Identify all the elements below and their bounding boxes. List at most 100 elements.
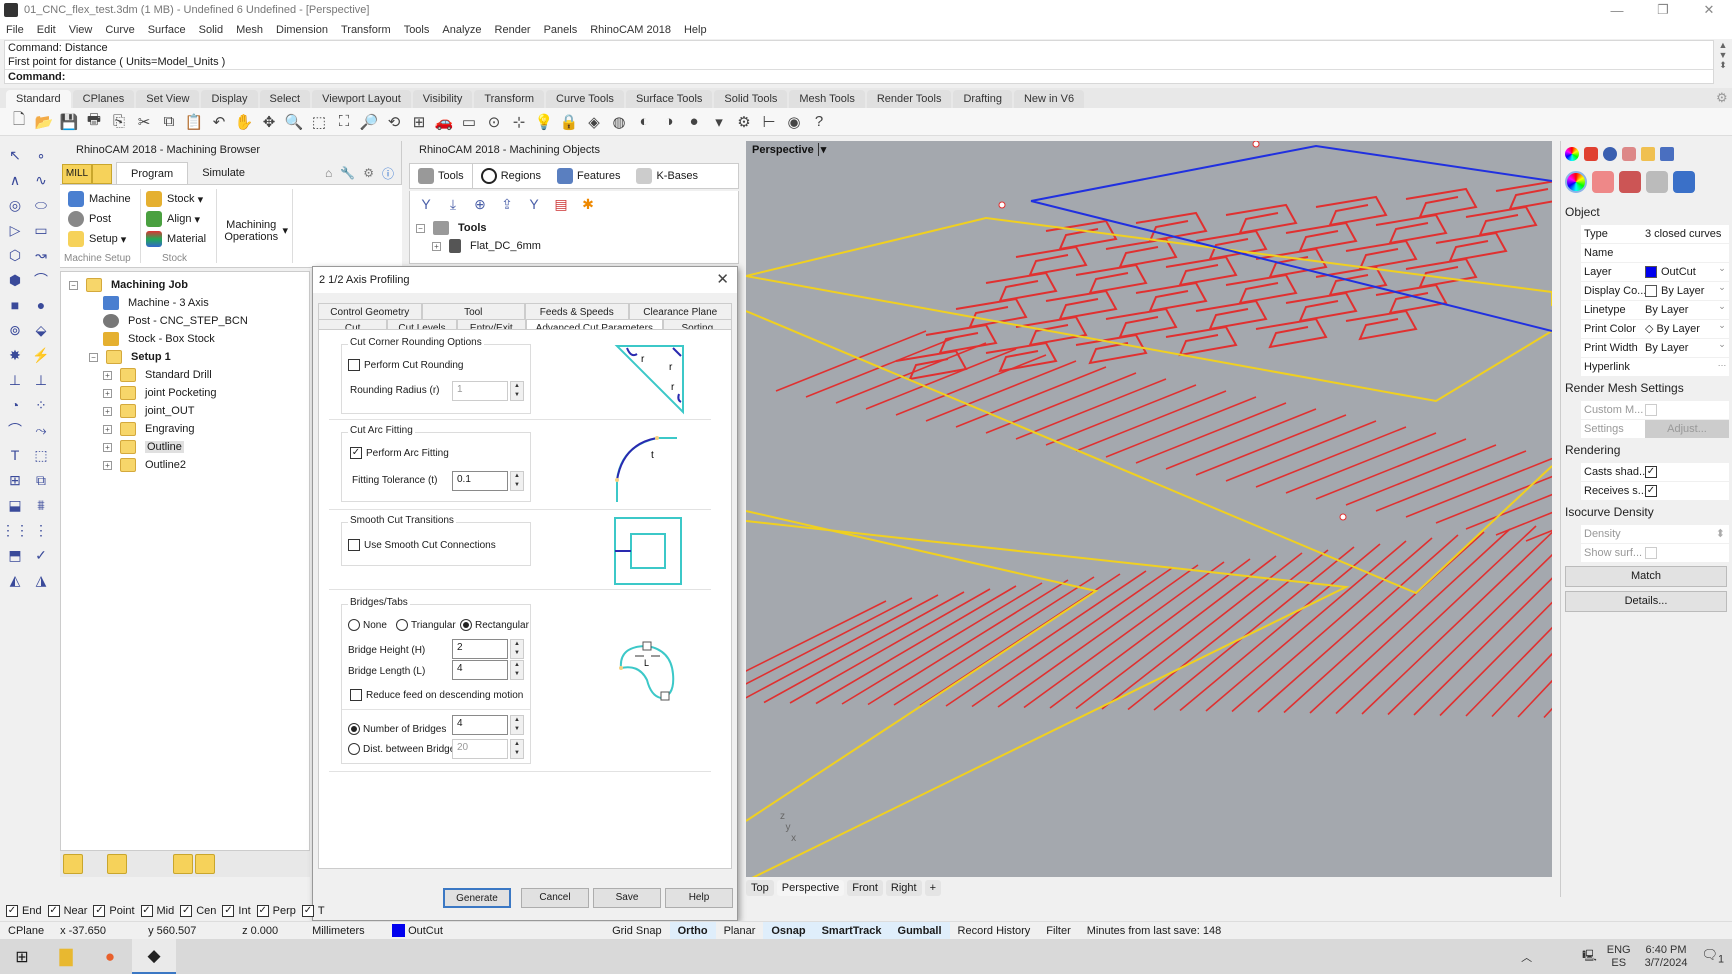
toggle-osnap[interactable]: Osnap [763,921,814,940]
tab-simulate[interactable]: Simulate [188,162,259,184]
left-tool-icon[interactable]: ✸ [4,345,26,365]
command-scrollbar[interactable]: ▲ ▼ ⬍ [1716,40,1730,84]
wrench-icon[interactable]: 🔧 [340,166,355,180]
bridge-length-input[interactable]: 4 ▲ ▼ [452,660,524,680]
tree-node-machine[interactable]: Machine - 3 Axis [103,294,209,312]
property-row-type[interactable]: Type 3 closed curves [1581,225,1729,243]
cplane-label[interactable]: CPlane [0,922,52,940]
left-tool-icon[interactable]: T [4,445,26,465]
left-tool-icon[interactable]: ⌒ [4,420,26,440]
left-tool-icon[interactable]: ⤳ [30,420,52,440]
firefox-icon[interactable]: ● [88,939,132,974]
menu-solid[interactable]: Solid [199,24,223,36]
lock-icon[interactable]: 🔒 [558,111,580,133]
four-viewports-icon[interactable]: ⊞ [408,111,430,133]
sphere-icon[interactable]: ● [683,111,705,133]
language-indicator[interactable]: ENG ES [1607,944,1631,970]
left-tool-icon[interactable]: ⚡ [30,345,52,365]
toggle-smarttrack[interactable]: SmartTrack [813,921,890,940]
rounding-radius-input[interactable]: 1 ▲ ▼ [452,381,524,401]
toolbar-icon[interactable] [151,854,171,874]
perform-arc-fitting-checkbox[interactable]: ✓ Perform Arc Fitting [350,447,449,459]
tree-node-joint-pocketing[interactable]: + joint Pocketing [103,384,217,402]
toolbar-tab-viewport-layout[interactable]: Viewport Layout [312,90,411,108]
left-tool-icon[interactable]: ⬓ [4,495,26,515]
tab-k-bases[interactable]: K-Bases [628,164,706,188]
tree-node-outline[interactable]: + Outline [103,438,184,456]
bridge-type-none-radio[interactable]: None [348,619,387,631]
toolbar-icon[interactable] [195,854,215,874]
tree-node-post[interactable]: Post - CNC_STEP_BCN [103,312,248,330]
toolbar-tab-transform[interactable]: Transform [474,90,545,108]
funnel-icon[interactable]: ▾ [708,111,730,133]
details-button[interactable]: Details... [1565,591,1727,612]
attributes-icon[interactable] [1673,171,1695,193]
toolbar-tab-solid-tools[interactable]: Solid Tools [714,90,788,108]
left-tool-icon[interactable]: ⬡ [4,245,26,265]
tree-node-tools[interactable]: − Tools [416,219,487,237]
rotate-view-icon[interactable]: ✥ [258,111,280,133]
match-button[interactable]: Match [1565,566,1727,587]
left-tool-icon[interactable]: ⊥ [4,370,26,390]
cancel-button[interactable]: Cancel [521,888,589,908]
dialog-tab-feeds-speeds[interactable]: Feeds & Speeds [525,303,629,320]
toolbar-icon[interactable] [129,854,149,874]
left-tool-icon[interactable]: ⬢ [4,270,26,290]
toolbar-tab-standard[interactable]: Standard [6,90,71,108]
toolbar-icon[interactable] [107,854,127,874]
casts-shadows-checkbox[interactable]: ✓ [1645,466,1657,478]
current-layer[interactable]: OutCut [384,922,534,940]
toggle-planar[interactable]: Planar [716,922,764,940]
bridge-type-triangular-radio[interactable]: Triangular [396,619,456,631]
dimension-icon[interactable]: ⊢ [758,111,780,133]
property-row-name[interactable]: Name [1581,244,1729,262]
material-icon[interactable] [1592,171,1614,193]
help-icon[interactable]: ⓘ [382,165,394,182]
tool-save-icon[interactable]: ⇪ [497,194,517,214]
toolbar-icon[interactable] [85,854,105,874]
tree-node-outline2[interactable]: + Outline2 [103,456,186,474]
show-surface-checkbox[interactable] [1645,547,1657,559]
osnap-end[interactable]: ✓ End [6,905,42,917]
menu-tools[interactable]: Tools [404,24,430,36]
tab-regions[interactable]: Regions [473,164,549,188]
property-row-print-width[interactable]: Print Width By Layer ⌄ [1581,339,1729,357]
mill-mode-button[interactable]: MILL [62,164,92,184]
perform-cut-rounding-checkbox[interactable]: Perform Cut Rounding [348,359,464,371]
tab-features[interactable]: Features [549,164,628,188]
dialog-close-button[interactable]: ✕ [716,270,729,288]
left-tool-icon[interactable]: ⩩ [30,495,52,515]
material-button[interactable]: Material [146,231,206,247]
color-wheel-icon[interactable]: ◍ [608,111,630,133]
viewport-label[interactable]: Perspective ▾ [752,143,826,156]
chevron-down-icon[interactable]: ⌄ [1715,301,1729,319]
menu-view[interactable]: View [69,24,93,36]
bridge-height-input[interactable]: 2 ▲ ▼ [452,639,524,659]
pan-icon[interactable]: ✋ [233,111,255,133]
left-tool-icon[interactable]: ∿ [30,170,52,190]
new-icon[interactable]: 🗋 [8,111,30,133]
light-icon[interactable]: 💡 [533,111,555,133]
osnap-near[interactable]: ✓ Near [47,905,87,917]
viewport-tab-top[interactable]: Top [746,880,774,896]
align-button[interactable]: Align ▾ [146,211,200,227]
menu-render[interactable]: Render [495,24,531,36]
left-tool-icon[interactable]: ⬙ [30,320,52,340]
left-tool-icon[interactable]: ⊥ [30,370,52,390]
left-tool-icon[interactable]: ∘ [30,145,52,165]
copy-icon[interactable]: ⧉ [158,111,180,133]
object-properties-icon[interactable] [1565,171,1587,193]
toggle-grid-snap[interactable]: Grid Snap [604,922,670,940]
viewport-tab-right[interactable]: Right [885,880,922,896]
restore-button[interactable]: ❐ [1640,0,1686,20]
receives-shadows-checkbox[interactable]: ✓ [1645,485,1657,497]
undo-view-icon[interactable]: ⟲ [383,111,405,133]
toggle-gumball[interactable]: Gumball [889,921,950,940]
post-button[interactable]: Post [68,211,111,227]
menu-surface[interactable]: Surface [148,24,186,36]
clock[interactable]: 6:40 PM 3/7/2024 [1645,944,1688,970]
toggle-filter[interactable]: Filter [1038,922,1078,940]
cut-icon[interactable]: ✂ [133,111,155,133]
render-tab-icon[interactable] [1603,147,1617,161]
machining-operations-button[interactable]: Machining Operations ▾ [220,219,288,243]
